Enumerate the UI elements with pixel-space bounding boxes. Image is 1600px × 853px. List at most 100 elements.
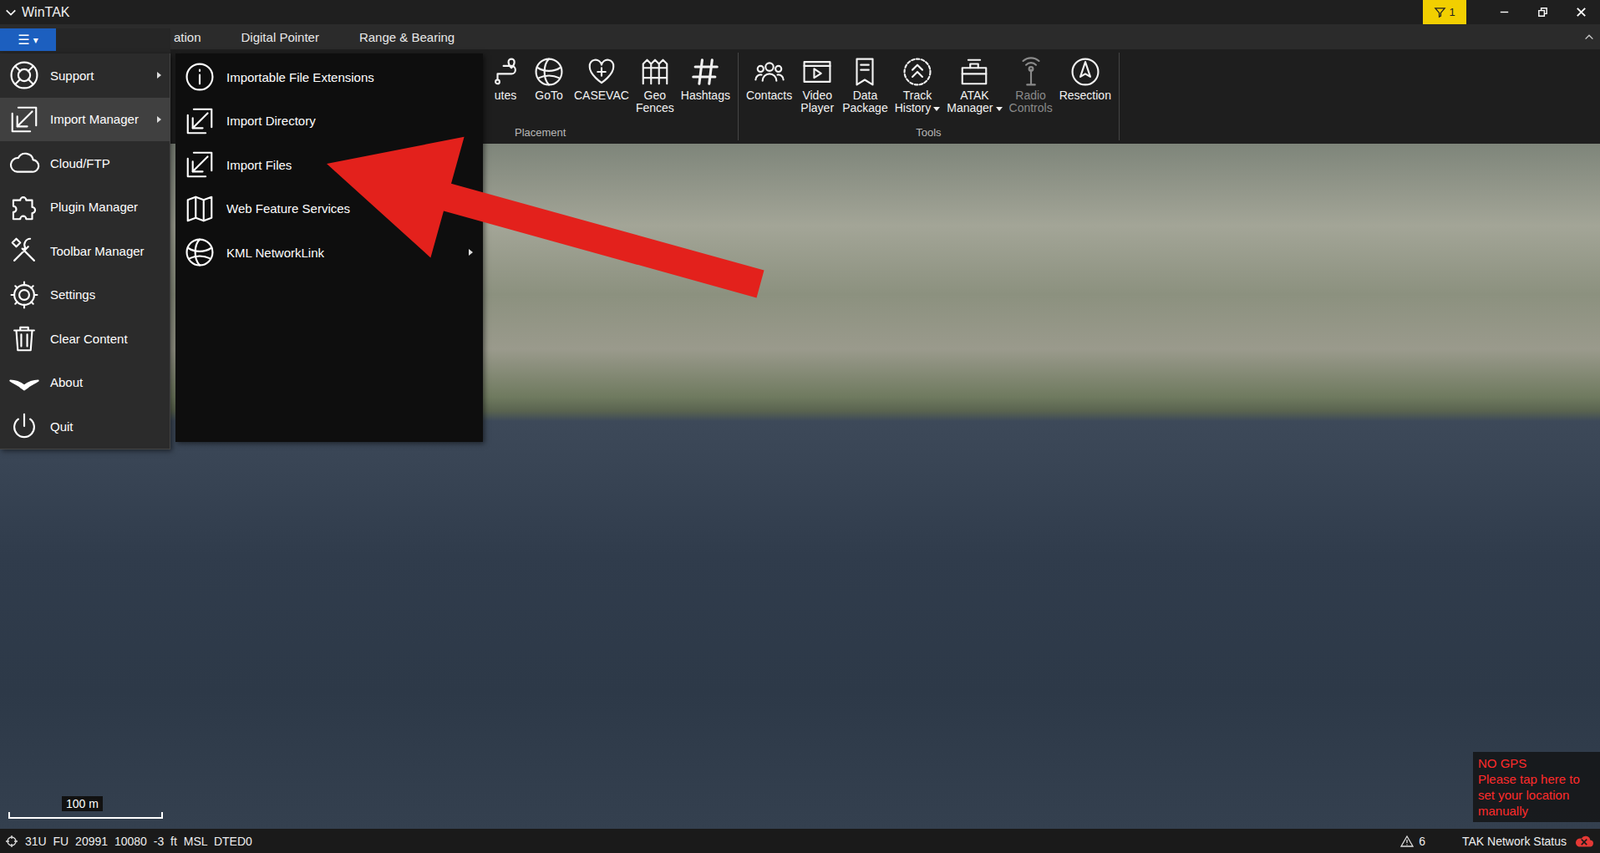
ribbon-button[interactable]: utes — [484, 55, 527, 102]
menu-item-label: Cloud/FTP — [50, 156, 162, 171]
ribbon-button[interactable]: TrackHistory — [892, 55, 944, 115]
submenu-item[interactable]: Importable File Extensions — [175, 55, 483, 100]
ribbon-button[interactable]: VideoPlayer — [796, 55, 839, 115]
submenu-arrow — [157, 116, 162, 123]
ribbon-group: utesGoToCASEVACGeoFencesHashtagsPlacemen… — [479, 52, 739, 141]
ribbon-button[interactable]: Resection — [1056, 55, 1114, 102]
menu-item-label: Plugin Manager — [50, 199, 162, 214]
status-bar: 31U FU 20991 10080 -3 ft MSL DTED0 6 TAK N… — [0, 828, 1600, 853]
collapse-chevron-icon[interactable] — [1583, 30, 1595, 43]
title-bar: WinTAK1 — [0, 0, 1600, 25]
puzzle-icon — [8, 191, 41, 224]
coordinates: 31U FU 20991 10080 -3 ft MSL DTED0 — [25, 834, 253, 849]
track-icon — [901, 55, 934, 88]
submenu-item-label: Importable File Extensions — [226, 70, 473, 85]
gear-icon — [8, 279, 41, 311]
disconnected-cloud-icon — [1573, 833, 1595, 850]
ribbon-button[interactable]: GoTo — [528, 55, 570, 102]
ribbon-button-label: Fences — [635, 101, 675, 115]
video-icon — [801, 55, 834, 88]
ribbon-button-label: Radio — [1015, 89, 1047, 102]
import-icon — [183, 105, 216, 138]
fence-icon — [639, 55, 671, 88]
network-status[interactable]: TAK Network Status — [1462, 834, 1567, 849]
globe-icon — [533, 55, 565, 88]
menu-item-label: Quit — [50, 419, 162, 434]
notification-count: 1 — [1448, 5, 1455, 19]
minimize-button[interactable] — [1484, 0, 1524, 25]
ribbon-group-label: Tools — [743, 126, 1114, 141]
ribbon-button[interactable]: ATAKManager — [944, 55, 1005, 115]
menu-item[interactable]: Import Manager — [0, 97, 170, 143]
scale-bar: 100 m — [8, 796, 163, 819]
alert-count: 6 — [1418, 834, 1426, 849]
menu-item[interactable]: Toolbar Manager — [0, 228, 170, 274]
menu-item-label: Toolbar Manager — [50, 243, 162, 259]
menu-item[interactable]: Clear Content — [0, 316, 170, 361]
ribbon-button-label: Data — [853, 89, 879, 102]
ribbon-button[interactable]: GeoFences — [633, 55, 677, 115]
submenu-item-label: Import Directory — [226, 113, 473, 128]
ribbon-button[interactable]: CASEVAC — [571, 55, 632, 102]
import-icon — [8, 103, 41, 136]
ribbon-button-label: Geo — [644, 89, 666, 102]
close-icon — [1574, 5, 1588, 19]
radio-icon — [1015, 55, 1047, 88]
menu-item[interactable]: About — [0, 360, 170, 406]
ribbon-button-label: Resection — [1059, 89, 1112, 102]
wintak-window: WinTAK1ationDigital PointerRange & Beari… — [0, 0, 1600, 853]
gps-warning[interactable]: NO GPSPlease tap here toset your locatio… — [1473, 751, 1600, 823]
menu-item[interactable]: Quit — [0, 404, 170, 449]
menu-item-label: Clear Content — [50, 331, 162, 346]
menu-button[interactable]: ☰▾ — [0, 28, 56, 51]
casevac-icon — [585, 55, 618, 88]
gps-warning-line: Please tap here to — [1478, 771, 1597, 788]
submenu-item-label: Import Files — [226, 157, 473, 173]
tab-row: ationDigital PointerRange & Bearing — [0, 24, 1600, 50]
dropdown-caret — [933, 106, 940, 112]
ribbon-button[interactable]: RadioControls — [1006, 55, 1056, 115]
globe-icon — [183, 236, 216, 269]
trash-icon — [8, 322, 41, 355]
submenu-item[interactable]: Web Feature Services — [175, 187, 483, 232]
ribbon-button-label: utes — [494, 89, 517, 102]
submenu-arrow — [157, 71, 162, 79]
gps-warning-line: set your location — [1478, 787, 1597, 803]
ribbon-group-label: Placement — [484, 126, 733, 141]
menu-item[interactable]: Settings — [0, 273, 170, 318]
eagle-icon — [8, 366, 41, 399]
restore-icon — [1536, 5, 1550, 19]
menu-button-arrow: ▾ — [33, 34, 39, 46]
ribbon-button-label: Controls — [1009, 101, 1053, 115]
ribbon-button-label: History — [894, 101, 941, 115]
submenu-arrow — [468, 248, 473, 256]
submenu-item[interactable]: Import Files — [175, 142, 483, 188]
ribbon-button[interactable]: Contacts — [743, 55, 795, 102]
submenu-item[interactable]: KML NetworkLink — [175, 230, 483, 275]
ribbon-button[interactable]: DataPackage — [839, 55, 890, 115]
menu-item-label: About — [50, 375, 162, 390]
minimize-icon — [1498, 5, 1511, 19]
menu-item[interactable]: Cloud/FTP — [0, 141, 170, 186]
ribbon-button-label: Hashtags — [680, 89, 731, 102]
submenu-item[interactable]: Import Directory — [175, 99, 483, 144]
ribbon-button-label: Contacts — [746, 89, 793, 102]
menu-item[interactable]: Plugin Manager — [0, 185, 170, 230]
close-button[interactable] — [1561, 0, 1600, 25]
ribbon-button-label: Video — [802, 89, 833, 102]
restore-button[interactable] — [1523, 0, 1562, 25]
support-icon — [8, 59, 41, 92]
warning-icon[interactable] — [1400, 834, 1414, 849]
dropdown-caret — [995, 106, 1003, 112]
map-icon — [183, 193, 216, 225]
import-manager-submenu: Importable File Extensions Import Directo… — [175, 53, 483, 442]
menu-item[interactable]: Support — [0, 53, 170, 98]
notification-badge[interactable]: 1 — [1422, 0, 1467, 25]
menu-item-label: Support — [50, 68, 158, 83]
ribbon-button[interactable]: Hashtags — [678, 55, 733, 102]
tab[interactable]: Digital Pointer — [221, 25, 340, 50]
main-menu-popup: ☰▾ Support Import Manager Cloud/FTP Plugin M… — [0, 28, 171, 450]
tab[interactable]: Range & Bearing — [339, 25, 475, 50]
resection-icon — [1069, 55, 1102, 88]
scale-label: 100 m — [61, 796, 103, 812]
